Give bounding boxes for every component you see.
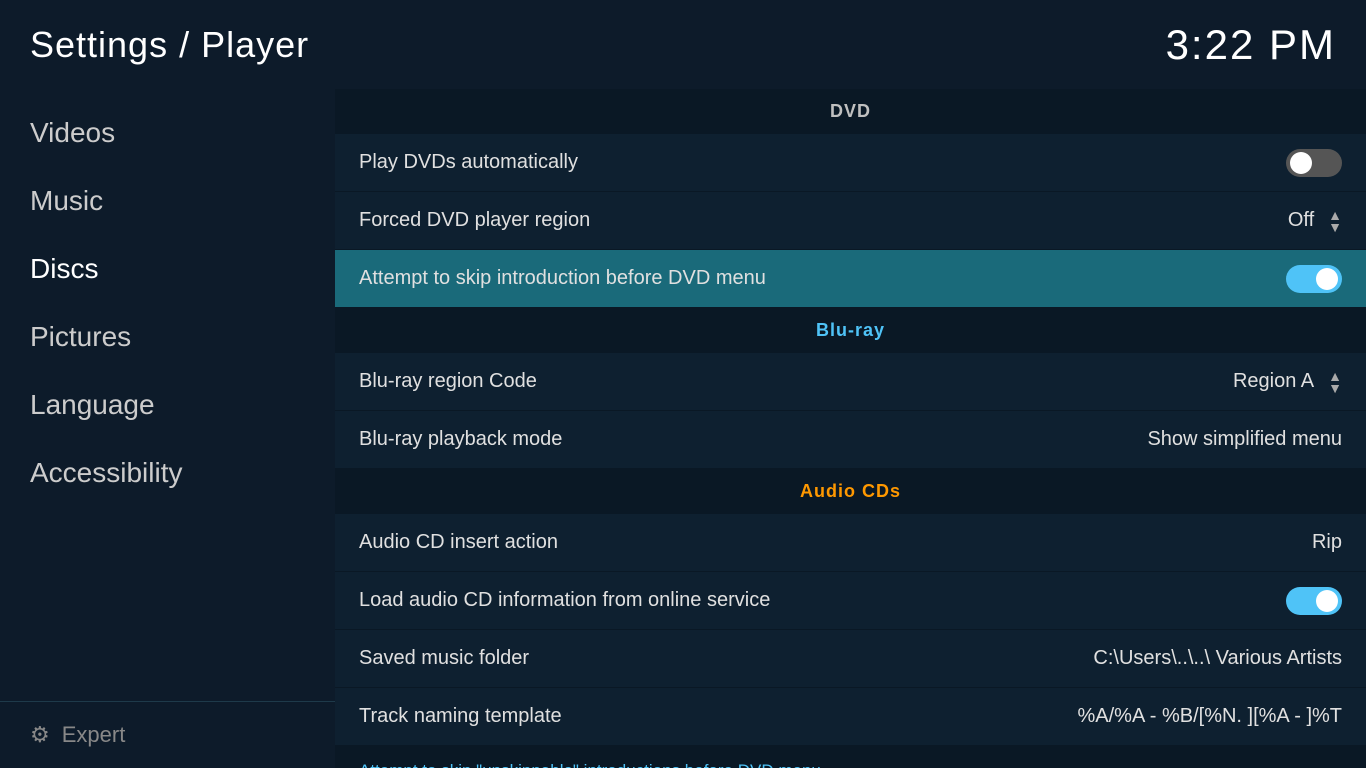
setting-row-forced-dvd-region[interactable]: Forced DVD player region Off ▲▼ xyxy=(335,192,1366,250)
expert-button[interactable]: ⚙ Expert xyxy=(0,701,335,768)
setting-label-forced-dvd-region: Forced DVD player region xyxy=(359,209,590,232)
setting-value-forced-dvd-region: Off ▲▼ xyxy=(1288,209,1342,233)
arrows-bluray-region-code[interactable]: ▲▼ xyxy=(1328,370,1342,394)
toggle-attempt-skip-intro[interactable] xyxy=(1286,265,1342,293)
setting-row-play-dvds-auto[interactable]: Play DVDs automatically xyxy=(335,134,1366,192)
sidebar-nav: VideosMusicDiscsPicturesLanguageAccessib… xyxy=(0,99,335,701)
value-text-bluray-playback-mode: Show simplified menu xyxy=(1147,428,1342,451)
clock: 3:22 PM xyxy=(1166,21,1336,69)
arrows-forced-dvd-region[interactable]: ▲▼ xyxy=(1328,209,1342,233)
page-title: Settings / Player xyxy=(30,24,309,66)
toggle-play-dvds-auto[interactable] xyxy=(1286,149,1342,177)
setting-label-track-naming-template: Track naming template xyxy=(359,705,562,728)
sidebar-item-videos[interactable]: Videos xyxy=(0,99,335,167)
setting-row-bluray-playback-mode[interactable]: Blu-ray playback mode Show simplified men… xyxy=(335,411,1366,469)
value-text-saved-music-folder: C:\Users\..\..\ Various Artists xyxy=(1093,647,1342,670)
expert-label: Expert xyxy=(62,722,126,748)
setting-label-saved-music-folder: Saved music folder xyxy=(359,647,529,670)
setting-row-attempt-skip-intro[interactable]: Attempt to skip introduction before DVD … xyxy=(335,250,1366,308)
main-content: VideosMusicDiscsPicturesLanguageAccessib… xyxy=(0,89,1366,768)
setting-label-play-dvds-auto: Play DVDs automatically xyxy=(359,151,578,174)
value-text-bluray-region-code: Region A xyxy=(1233,370,1314,393)
sidebar-item-pictures[interactable]: Pictures xyxy=(0,303,335,371)
toggle-knob xyxy=(1316,590,1338,612)
setting-row-audio-cd-insert-action[interactable]: Audio CD insert action Rip xyxy=(335,514,1366,572)
sidebar-item-language[interactable]: Language xyxy=(0,371,335,439)
value-text-audio-cd-insert-action: Rip xyxy=(1312,531,1342,554)
setting-value-bluray-playback-mode: Show simplified menu xyxy=(1147,428,1342,451)
gear-icon: ⚙ xyxy=(30,722,50,748)
description-bar: Attempt to skip "unskippable" introducti… xyxy=(335,746,1366,768)
value-text-track-naming-template: %A/%A - %B/[%N. ][%A - ]%T xyxy=(1077,705,1342,728)
setting-value-audio-cd-insert-action: Rip xyxy=(1312,531,1342,554)
setting-row-track-naming-template[interactable]: Track naming template %A/%A - %B/[%N. ][%… xyxy=(335,688,1366,746)
sidebar: VideosMusicDiscsPicturesLanguageAccessib… xyxy=(0,89,335,768)
setting-label-bluray-region-code: Blu-ray region Code xyxy=(359,370,537,393)
setting-row-bluray-region-code[interactable]: Blu-ray region Code Region A ▲▼ xyxy=(335,353,1366,411)
setting-label-attempt-skip-intro: Attempt to skip introduction before DVD … xyxy=(359,267,766,290)
content-area: DVD Play DVDs automatically Forced DVD pla… xyxy=(335,89,1366,768)
setting-value-saved-music-folder: C:\Users\..\..\ Various Artists xyxy=(1093,647,1342,670)
setting-label-load-audio-cd-online: Load audio CD information from online se… xyxy=(359,589,770,612)
setting-label-audio-cd-insert-action: Audio CD insert action xyxy=(359,531,558,554)
setting-value-attempt-skip-intro[interactable] xyxy=(1286,265,1342,293)
sidebar-item-music[interactable]: Music xyxy=(0,167,335,235)
setting-row-saved-music-folder[interactable]: Saved music folder C:\Users\..\..\ Variou… xyxy=(335,630,1366,688)
setting-label-bluray-playback-mode: Blu-ray playback mode xyxy=(359,428,562,451)
setting-value-track-naming-template: %A/%A - %B/[%N. ][%A - ]%T xyxy=(1077,705,1342,728)
arrow-down-icon[interactable]: ▼ xyxy=(1328,221,1342,233)
sidebar-item-discs[interactable]: Discs xyxy=(0,235,335,303)
section-header-dvd: DVD xyxy=(335,89,1366,134)
header: Settings / Player 3:22 PM xyxy=(0,0,1366,89)
setting-value-load-audio-cd-online[interactable] xyxy=(1286,587,1342,615)
setting-value-play-dvds-auto[interactable] xyxy=(1286,149,1342,177)
setting-row-load-audio-cd-online[interactable]: Load audio CD information from online se… xyxy=(335,572,1366,630)
sidebar-item-accessibility[interactable]: Accessibility xyxy=(0,439,335,507)
section-header-audiocds: Audio CDs xyxy=(335,469,1366,514)
value-text-forced-dvd-region: Off xyxy=(1288,209,1314,232)
section-header-bluray: Blu-ray xyxy=(335,308,1366,353)
toggle-knob xyxy=(1316,268,1338,290)
toggle-knob xyxy=(1290,152,1312,174)
toggle-load-audio-cd-online[interactable] xyxy=(1286,587,1342,615)
setting-value-bluray-region-code: Region A ▲▼ xyxy=(1233,370,1342,394)
arrow-down-icon[interactable]: ▼ xyxy=(1328,382,1342,394)
